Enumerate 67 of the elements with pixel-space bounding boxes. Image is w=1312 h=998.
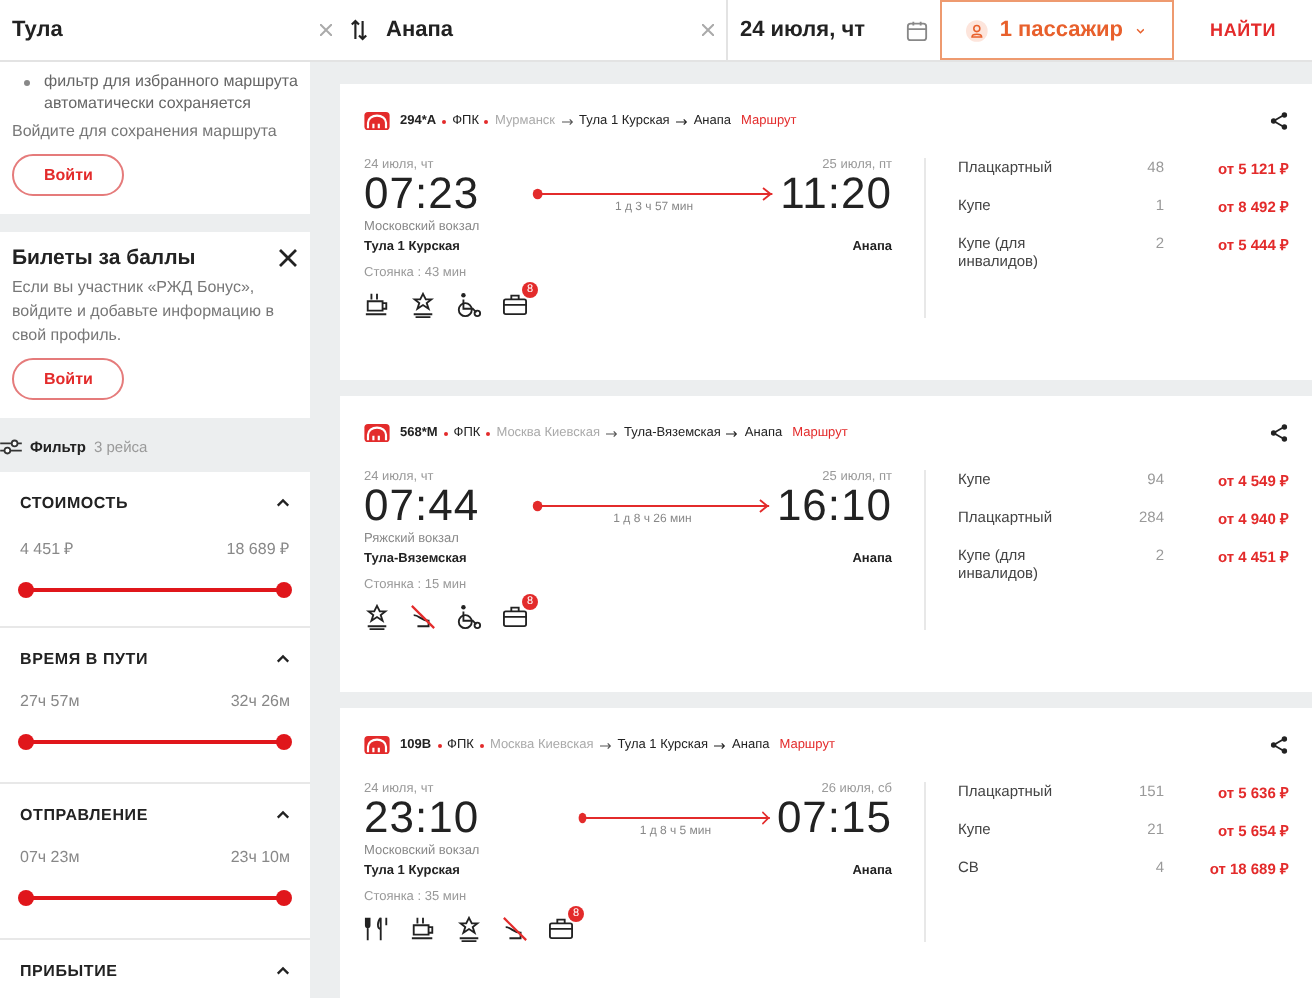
departure-time: 23:10 bbox=[364, 796, 482, 840]
bullet-text: фильтр для избранного маршрута автоматически сохраняется bbox=[44, 70, 298, 114]
slider-handle[interactable] bbox=[18, 734, 34, 750]
chevron-up-icon[interactable] bbox=[276, 498, 290, 508]
min-value: 4 451 ₽ bbox=[20, 538, 75, 558]
award-icon bbox=[456, 916, 482, 942]
cup-icon bbox=[410, 916, 436, 942]
slider-handle[interactable] bbox=[18, 890, 34, 906]
min-value: 27ч 57м bbox=[20, 692, 80, 710]
min-value: 07ч 23м bbox=[20, 848, 80, 866]
award-icon bbox=[410, 292, 436, 318]
filter-icon[interactable] bbox=[0, 437, 22, 455]
chevron-down-icon bbox=[1135, 25, 1144, 35]
arrow-right-icon bbox=[605, 429, 618, 437]
cup-icon bbox=[364, 292, 390, 318]
share-icon[interactable] bbox=[1270, 112, 1288, 130]
departure-time: 07:44 bbox=[364, 484, 482, 528]
filter-title: ВРЕМЯ В ПУТИ bbox=[20, 650, 149, 668]
chevron-up-icon[interactable] bbox=[276, 810, 290, 820]
passenger-selector[interactable]: 1 пассажир bbox=[940, 0, 1174, 60]
slider-handle[interactable] bbox=[276, 734, 292, 750]
slider-handle[interactable] bbox=[276, 582, 292, 598]
filter-title: ОТПРАВЛЕНИЕ bbox=[20, 806, 148, 824]
suitcase-icon bbox=[502, 604, 528, 628]
to-field[interactable]: Анапа bbox=[374, 0, 728, 60]
bonus-text: Если вы участник «РЖД Бонус», войдите и добавьте информацию в свой профиль. bbox=[12, 276, 276, 348]
swap-icon[interactable] bbox=[350, 18, 368, 42]
arrow-right-icon bbox=[714, 741, 727, 749]
bullet-icon bbox=[24, 80, 30, 86]
train-logo-icon bbox=[364, 736, 390, 754]
arrival-time: 07:15 bbox=[776, 796, 892, 840]
slider-handle[interactable] bbox=[276, 890, 292, 906]
departure-time: 07:23 bbox=[364, 172, 482, 216]
arrow-right-icon bbox=[599, 741, 612, 749]
filter-title: СТОИМОСТЬ bbox=[20, 494, 129, 512]
max-value: 32ч 26м bbox=[230, 692, 290, 710]
crossed-out-icon bbox=[502, 916, 528, 942]
wheelchair-icon bbox=[456, 604, 482, 630]
arrow-right-icon bbox=[726, 429, 739, 437]
suitcase-icon bbox=[502, 292, 528, 316]
arrival-time: 11:20 bbox=[780, 172, 892, 216]
share-icon[interactable] bbox=[1270, 424, 1288, 442]
arrow-right-icon bbox=[675, 117, 688, 125]
from-field[interactable]: Тула bbox=[0, 0, 344, 60]
crossed-out-icon bbox=[410, 604, 436, 630]
date-field[interactable]: 24 июля, чт bbox=[728, 0, 940, 60]
arrow-right-icon bbox=[561, 117, 574, 125]
max-value: 23ч 10м bbox=[230, 848, 290, 866]
train-logo-icon bbox=[364, 112, 390, 130]
bonus-title: Билеты за баллы bbox=[12, 246, 196, 270]
login-button[interactable]: Войти bbox=[12, 154, 125, 196]
award-icon bbox=[364, 604, 390, 630]
login-hint: Войдите для сохранения маршрута bbox=[12, 120, 279, 144]
filter-title: ПРИБЫТИЕ bbox=[20, 962, 118, 980]
chevron-up-icon[interactable] bbox=[276, 654, 290, 664]
max-value: 18 689 ₽ bbox=[226, 538, 290, 558]
calendar-icon bbox=[906, 19, 928, 41]
suitcase-icon bbox=[548, 916, 574, 940]
chevron-up-icon[interactable] bbox=[276, 966, 290, 976]
fork-knife-icon bbox=[364, 916, 390, 942]
share-icon[interactable] bbox=[1270, 736, 1288, 754]
close-icon[interactable] bbox=[278, 248, 298, 268]
login-button[interactable]: Войти bbox=[12, 358, 125, 400]
wheelchair-icon bbox=[456, 292, 482, 318]
slider-handle[interactable] bbox=[18, 582, 34, 598]
train-logo-icon bbox=[364, 424, 390, 442]
arrival-time: 16:10 bbox=[776, 484, 892, 528]
